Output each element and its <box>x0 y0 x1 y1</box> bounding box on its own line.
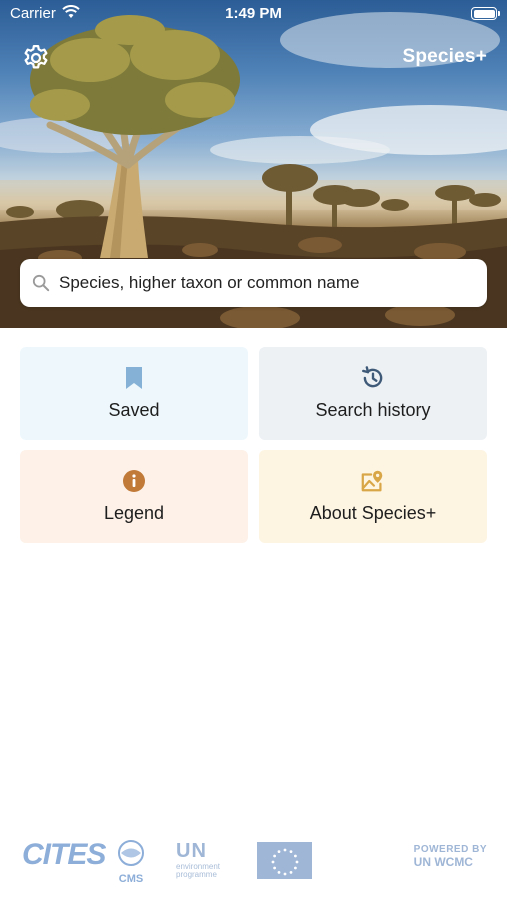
history-icon <box>360 365 386 391</box>
un-logo-text: UN <box>176 840 207 862</box>
battery-icon <box>471 7 500 20</box>
settings-button[interactable] <box>20 42 52 74</box>
cites-logo: CITES <box>22 838 106 871</box>
map-pin-icon <box>360 468 386 494</box>
search-input[interactable] <box>59 273 479 293</box>
un-wcmc-logo: POWERED BY UN WCMC <box>414 844 487 869</box>
search-history-tile[interactable]: Search history <box>259 347 487 440</box>
gear-icon <box>24 45 48 69</box>
legend-tile[interactable]: Legend <box>20 450 248 543</box>
saved-label: Saved <box>108 400 160 420</box>
partner-logos-footer: CITES CMS UN environment programme POWER… <box>0 830 507 890</box>
status-bar: Carrier 1:49 PM <box>0 0 507 28</box>
search-icon <box>32 274 50 292</box>
bookmark-icon <box>121 365 147 391</box>
search-bar[interactable] <box>20 259 487 307</box>
cms-logo: CMS <box>115 840 147 885</box>
un-environment-logo: UN environment programme <box>176 840 220 879</box>
search-history-label: Search history <box>315 400 431 420</box>
status-time: 1:49 PM <box>225 5 282 22</box>
info-icon <box>121 468 147 494</box>
saved-tile[interactable]: Saved <box>20 347 248 440</box>
about-species-label: About Species+ <box>309 503 437 523</box>
about-species-tile[interactable]: About Species+ <box>259 450 487 543</box>
legend-label: Legend <box>103 503 165 523</box>
un-wcmc-text: UN WCMC <box>413 855 473 869</box>
eu-flag-logo <box>257 842 312 879</box>
app-title: Species+ <box>402 46 487 67</box>
cms-logo-text: CMS <box>118 873 144 885</box>
powered-by-text: POWERED BY <box>413 844 487 855</box>
un-logo-subtext-2: programme <box>176 870 217 879</box>
